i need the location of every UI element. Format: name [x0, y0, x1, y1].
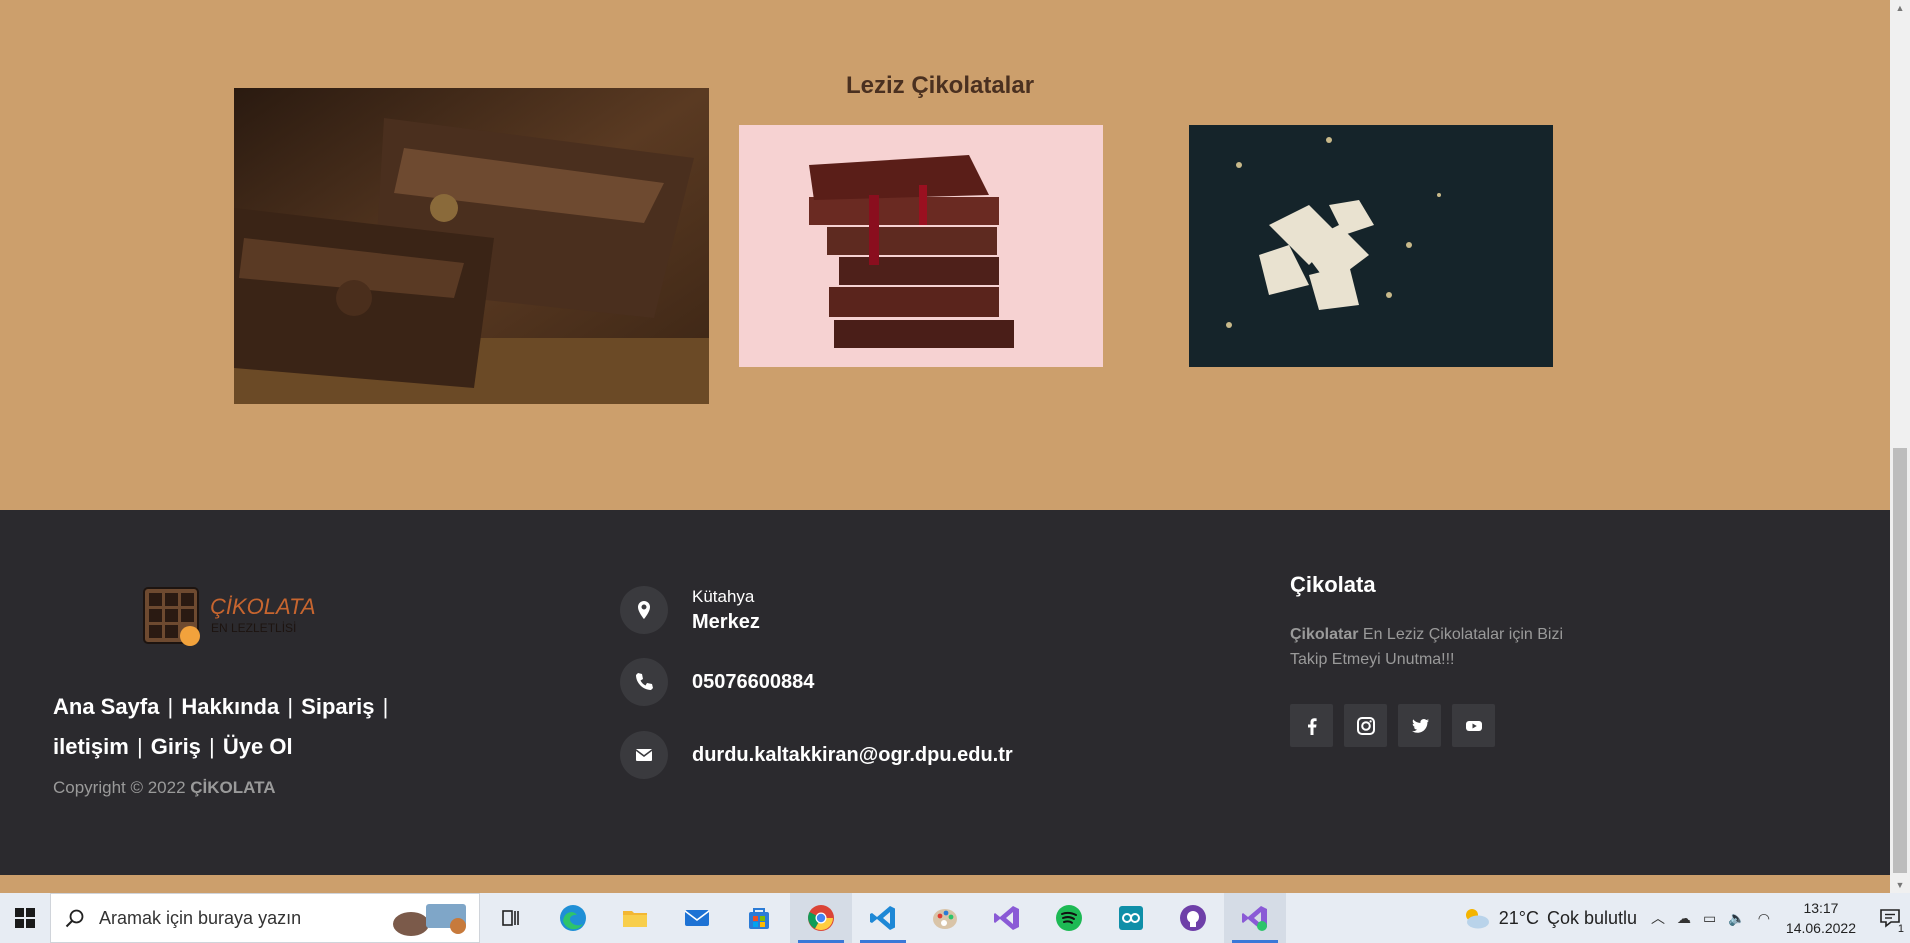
paint-icon[interactable] [914, 893, 976, 943]
store-icon[interactable] [728, 893, 790, 943]
wifi-icon[interactable]: ◠ [1758, 910, 1770, 927]
instagram-icon[interactable] [1344, 704, 1387, 747]
page-bottom-strip [0, 875, 1890, 893]
clock-time: 13:17 [1803, 900, 1839, 916]
link-separator: | [209, 734, 215, 759]
weather-temp: 21°C [1498, 907, 1539, 928]
about-title: Çikolata [1290, 572, 1376, 597]
brand-logo[interactable]: ÇİKOLATA EN LEZLETLİSİ [142, 578, 327, 652]
footer-link-home[interactable]: Ana Sayfa [53, 694, 159, 719]
link-separator: | [382, 694, 389, 719]
page-scrollbar[interactable]: ▲ ▼ [1890, 0, 1910, 893]
vscode-icon[interactable] [852, 893, 914, 943]
onedrive-offline-icon[interactable]: ☁ [1677, 910, 1691, 927]
copyright-brand: ÇİKOLATA [190, 778, 276, 797]
site-footer: ÇİKOLATA EN LEZLETLİSİ Ana Sayfa | Hakkı… [0, 510, 1890, 875]
chevron-up-icon[interactable]: ︿ [1651, 908, 1665, 928]
chrome-icon[interactable] [790, 893, 852, 943]
youtube-icon[interactable] [1452, 704, 1495, 747]
footer-link-register[interactable]: Üye Ol [223, 734, 293, 759]
link-separator: | [136, 734, 143, 759]
system-tray: 21°C Çok bulutlu ︿ ☁ ▭ 🔈 ◠ 13:17 14.06.2… [1461, 893, 1910, 943]
windows-taskbar: Aramak için buraya yazın 21°C Çok bulutl… [0, 893, 1910, 943]
search-icon [65, 909, 84, 928]
footer-link-order[interactable]: Sipariş [301, 694, 374, 719]
weather-condition: Çok bulutlu [1546, 907, 1638, 928]
volume-icon[interactable]: 🔈 [1728, 910, 1745, 927]
taskbar-clock[interactable]: 13:17 14.06.2022 [1786, 898, 1856, 938]
gallery-section: Leziz Çikolatalar [0, 0, 1890, 510]
contact-district: Merkez [692, 610, 760, 633]
chocolate-photo-stack [739, 125, 1103, 367]
windows-start-icon[interactable] [0, 893, 50, 943]
contact-city: Kütahya [692, 586, 755, 606]
scroll-down-arrow-icon[interactable]: ▼ [1890, 877, 1910, 893]
weather-widget[interactable]: 21°C Çok bulutlu [1461, 906, 1637, 930]
arduino-icon[interactable] [1100, 893, 1162, 943]
facebook-icon[interactable] [1290, 704, 1333, 747]
phone-icon [620, 658, 668, 706]
footer-link-about[interactable]: Hakkında [181, 694, 279, 719]
copyright-text: Copyright © 2022 ÇİKOLATA [53, 778, 276, 797]
chocolate-photo-white [1189, 125, 1553, 367]
clock-date: 14.06.2022 [1785, 920, 1856, 936]
visual-studio-icon[interactable] [976, 893, 1038, 943]
social-links [1290, 704, 1495, 747]
notification-center-icon[interactable]: 1 [1870, 893, 1910, 943]
contact-phone: 05076600884 [620, 658, 814, 706]
search-placeholder: Aramak için buraya yazın [99, 907, 302, 928]
map-marker-icon [620, 586, 668, 634]
mail-icon[interactable] [666, 893, 728, 943]
svg-text:ÇİKOLATA: ÇİKOLATA [210, 594, 316, 619]
battery-icon[interactable]: ▭ [1703, 910, 1716, 927]
footer-link-login[interactable]: Giriş [151, 734, 201, 759]
link-separator: | [167, 694, 174, 719]
link-separator: | [287, 694, 294, 719]
scroll-thumb[interactable] [1893, 448, 1907, 873]
file-explorer-icon[interactable] [604, 893, 666, 943]
search-highlight-icon [393, 904, 466, 936]
svg-text:EN LEZLETLİSİ: EN LEZLETLİSİ [211, 621, 296, 635]
cloud-sun-icon [1465, 909, 1489, 929]
contact-email: durdu.kaltakkiran@ogr.dpu.edu.tr [620, 731, 1013, 779]
edge-browser-icon[interactable] [542, 893, 604, 943]
twitter-icon[interactable] [1398, 704, 1441, 747]
spotify-icon[interactable] [1038, 893, 1100, 943]
notification-count: 1 [1897, 923, 1904, 935]
github-desktop-icon[interactable] [1162, 893, 1224, 943]
footer-link-contact[interactable]: iletişim [53, 734, 129, 759]
envelope-icon [620, 731, 668, 779]
scroll-up-arrow-icon[interactable]: ▲ [1890, 0, 1910, 16]
contact-email-address[interactable]: durdu.kaltakkiran@ogr.dpu.edu.tr [692, 744, 1013, 767]
chocolate-photo-bars [234, 88, 709, 404]
footer-nav: Ana Sayfa | Hakkında | Sipariş | iletişi… [53, 687, 413, 767]
about-text: Çikolatar En Leziz Çikolatalar için Bizi… [1290, 626, 1563, 668]
taskbar-search-box[interactable]: Aramak için buraya yazın [50, 893, 480, 943]
contact-phone-number[interactable]: 05076600884 [692, 671, 814, 694]
contact-address: Kütahya Merkez [620, 586, 760, 634]
task-view-icon[interactable] [480, 893, 542, 943]
visual-studio-installer-icon[interactable] [1224, 893, 1286, 943]
